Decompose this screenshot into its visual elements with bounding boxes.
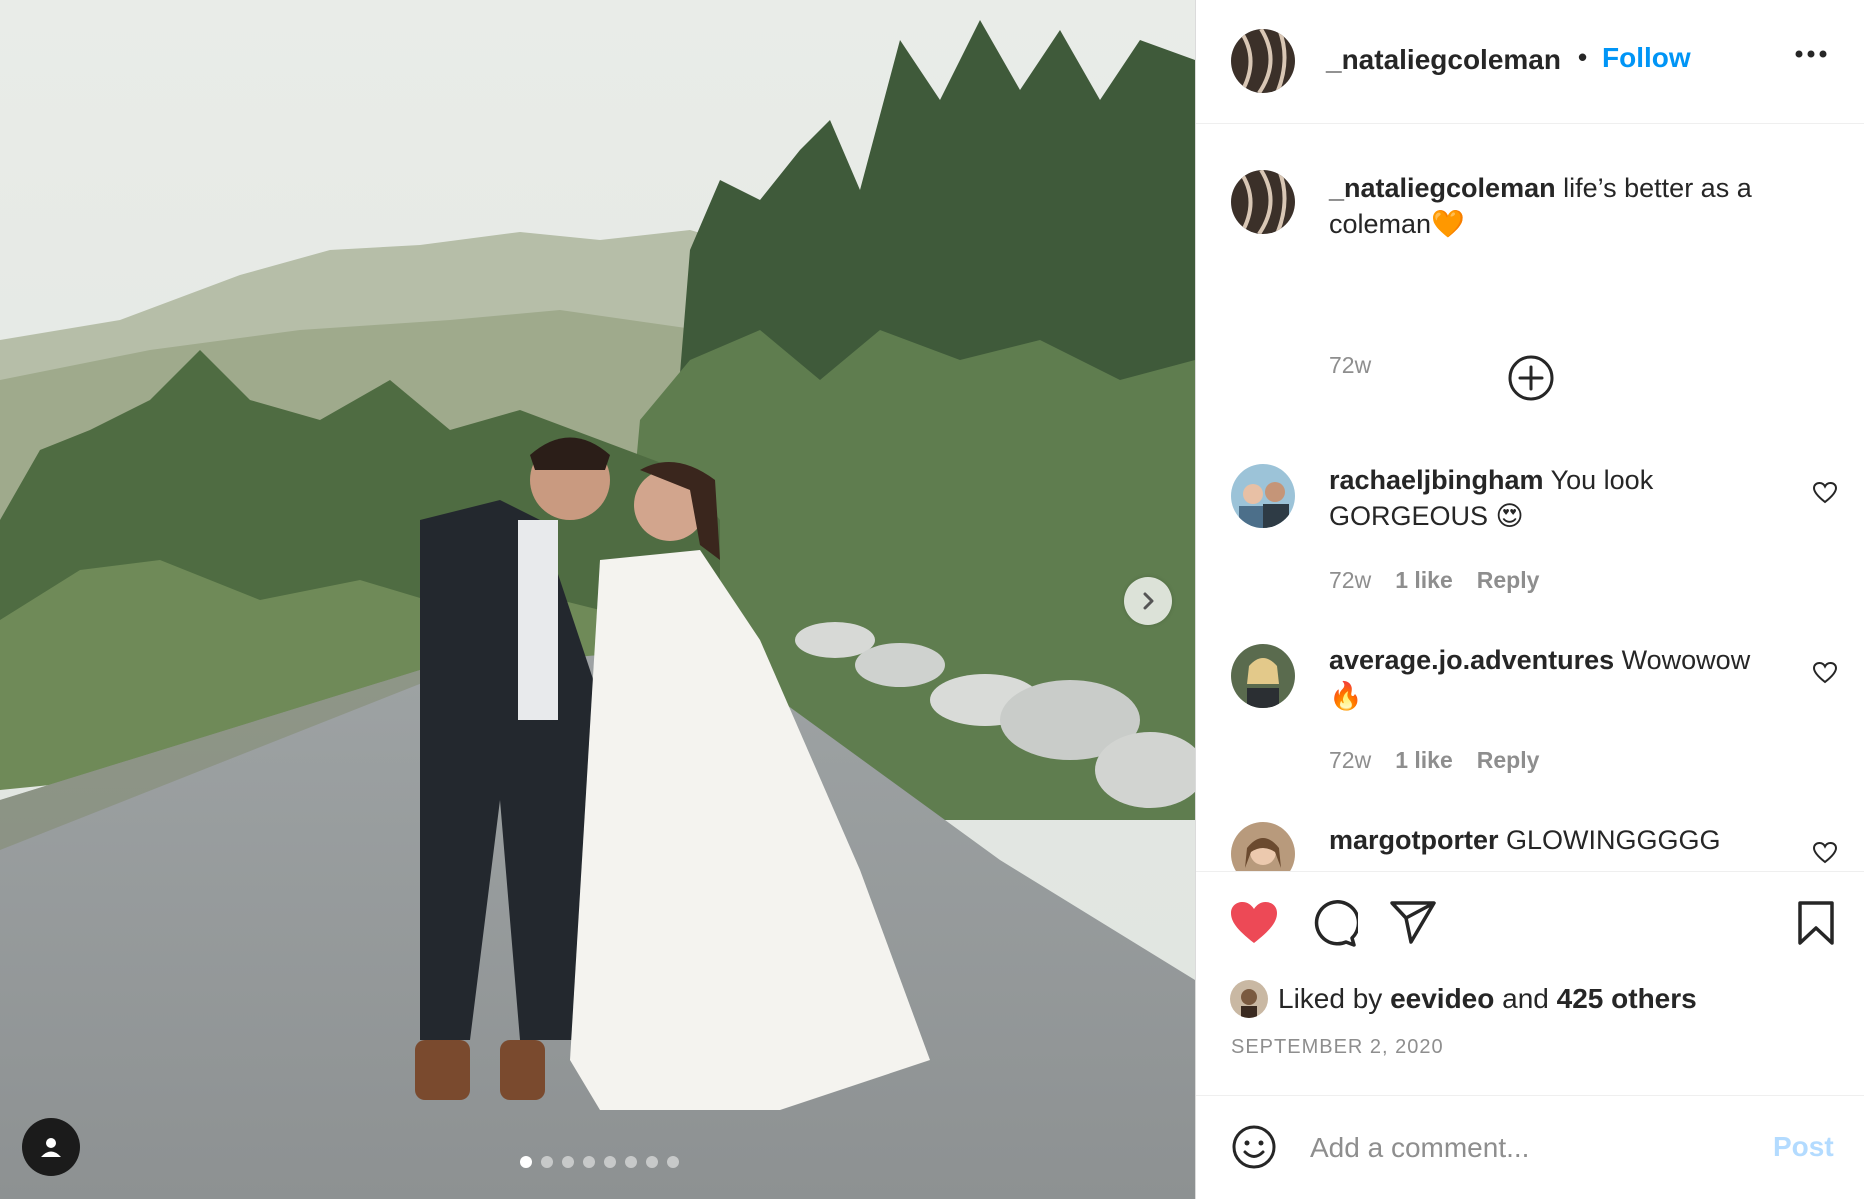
carousel-dot xyxy=(667,1156,679,1168)
post-media[interactable] xyxy=(0,0,1195,1199)
comments-list[interactable]: _nataliegcoleman life’s better as a cole… xyxy=(1196,124,1864,871)
post-comment-button[interactable]: Post xyxy=(1773,1131,1834,1163)
comment-likes[interactable]: 1 like xyxy=(1395,747,1453,774)
commenter-avatar[interactable] xyxy=(1231,464,1295,528)
post-date[interactable]: SEPTEMBER 2, 2020 xyxy=(1231,1036,1444,1059)
add-comment-bar: Post xyxy=(1196,1095,1864,1199)
caption-time[interactable]: 72w xyxy=(1329,352,1371,379)
comment-text-2: GORGEOUS xyxy=(1329,501,1489,531)
comment-text: Wowowow xyxy=(1621,645,1751,675)
comment-input[interactable] xyxy=(1310,1128,1740,1168)
heart-outline-icon xyxy=(1812,661,1838,684)
orange-heart-emoji: 🧡 xyxy=(1431,209,1465,239)
tagged-users-button[interactable] xyxy=(22,1118,80,1176)
user-tag-icon xyxy=(41,1138,61,1157)
heart-filled-icon xyxy=(1231,902,1277,943)
reply-button[interactable]: Reply xyxy=(1477,567,1540,594)
heart-outline-icon xyxy=(1812,481,1838,504)
post-header: _nataliegcoleman • Follow xyxy=(1196,0,1864,124)
comment-button[interactable] xyxy=(1310,900,1361,953)
add-circle-icon xyxy=(1508,355,1554,401)
follow-button[interactable]: Follow xyxy=(1602,42,1691,74)
caption-text: life’s better as a xyxy=(1563,173,1752,203)
comment-text: GLOWINGGGGG xyxy=(1506,825,1721,855)
carousel-dot xyxy=(562,1156,574,1168)
carousel-dot xyxy=(520,1156,532,1168)
caption-username[interactable]: _nataliegcoleman xyxy=(1329,173,1556,203)
carousel-dot xyxy=(625,1156,637,1168)
bookmark-icon xyxy=(1798,901,1834,945)
heart-outline-icon xyxy=(1812,841,1838,864)
load-more-comments-button[interactable] xyxy=(1507,354,1555,407)
reply-button[interactable]: Reply xyxy=(1477,747,1540,774)
post-actions: Liked by eevideo and 425 others SEPTEMBE… xyxy=(1196,871,1864,1095)
share-icon xyxy=(1390,901,1436,944)
liked-by-middle: and xyxy=(1502,983,1549,1014)
commenter-avatar[interactable] xyxy=(1231,822,1295,871)
liker-avatar[interactable] xyxy=(1230,980,1268,1018)
commenter-avatar[interactable] xyxy=(1231,644,1295,708)
header-separator: • xyxy=(1578,42,1588,72)
carousel-indicator xyxy=(520,1156,679,1168)
next-arrow-icon xyxy=(1143,592,1154,610)
carousel-dot xyxy=(583,1156,595,1168)
like-comment-button[interactable] xyxy=(1812,481,1838,510)
share-button[interactable] xyxy=(1389,900,1437,951)
author-username[interactable]: _nataliegcoleman xyxy=(1326,44,1561,76)
comment-likes[interactable]: 1 like xyxy=(1395,567,1453,594)
comment-text: You look xyxy=(1550,465,1654,495)
author-avatar[interactable] xyxy=(1231,29,1295,93)
comment-icon xyxy=(1314,900,1361,947)
carousel-dot xyxy=(604,1156,616,1168)
carousel-dot xyxy=(646,1156,658,1168)
carousel-dot xyxy=(541,1156,553,1168)
like-comment-button[interactable] xyxy=(1812,841,1838,870)
caption-text-2: coleman xyxy=(1329,209,1432,239)
like-button[interactable] xyxy=(1229,900,1279,951)
comment-username[interactable]: average.jo.adventures xyxy=(1329,645,1614,675)
save-button[interactable] xyxy=(1796,900,1836,951)
liked-by-prefix: Liked by xyxy=(1278,983,1383,1014)
fire-emoji: 🔥 xyxy=(1329,681,1363,711)
emoji-button[interactable] xyxy=(1231,1124,1277,1175)
post-sidebar: _nataliegcoleman • Follow _nataliegcolem… xyxy=(1195,0,1864,1199)
comment-username[interactable]: margotporter xyxy=(1329,825,1499,855)
comment-time[interactable]: 72w xyxy=(1329,747,1371,774)
comment-username[interactable]: rachaeljbingham xyxy=(1329,465,1544,495)
liked-by: Liked by eevideo and 425 others xyxy=(1230,980,1697,1018)
heart-eyes-emoji: 😍 xyxy=(1495,501,1524,531)
more-options-icon xyxy=(1795,50,1827,58)
liked-by-user[interactable]: eevideo xyxy=(1390,983,1494,1015)
like-comment-button[interactable] xyxy=(1812,661,1838,690)
next-slide-button[interactable] xyxy=(1124,577,1172,625)
comment-time[interactable]: 72w xyxy=(1329,567,1371,594)
post-photo xyxy=(0,0,1195,1199)
more-options-button[interactable] xyxy=(1794,46,1828,64)
emoji-icon xyxy=(1232,1125,1276,1169)
liked-by-others[interactable]: 425 others xyxy=(1557,983,1697,1015)
caption-avatar[interactable] xyxy=(1231,170,1295,234)
